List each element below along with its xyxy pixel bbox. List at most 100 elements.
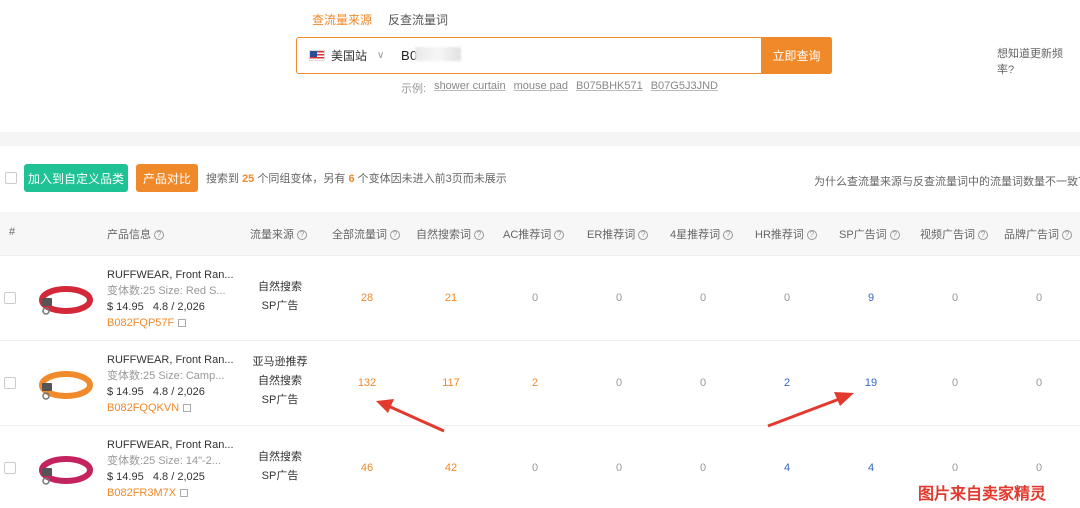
source-label: SP广告: [261, 300, 299, 312]
product-info: RUFFWEAR, Front Ran... 变体数:25 Size: 14"-…: [107, 437, 247, 501]
organic-keywords-count[interactable]: 21: [431, 292, 471, 304]
external-link-icon[interactable]: [183, 404, 192, 413]
table-row[interactable]: RUFFWEAR, Front Ran... 变体数:25 Size: Camp…: [0, 341, 1080, 426]
asin-text: B082FQQKVN: [107, 402, 180, 414]
product-asin[interactable]: B082FQP57F: [107, 315, 247, 331]
help-icon: ?: [554, 230, 565, 241]
source-label: 自然搜索: [258, 281, 302, 293]
product-thumbnail[interactable]: [36, 448, 94, 490]
col-ac-keywords[interactable]: AC推荐词?: [503, 226, 565, 242]
search-mode-tabs: 查流量来源 反查流量词: [312, 11, 448, 34]
row-checkbox[interactable]: [4, 292, 16, 304]
hr-keywords-count[interactable]: 2: [767, 377, 807, 389]
4star-keywords-count: 0: [699, 292, 707, 304]
traffic-sources: 亚马逊推荐 自然搜索 SP广告: [250, 353, 310, 410]
col-4star-keywords[interactable]: 4星推荐词?: [670, 226, 734, 242]
ac-keywords-count[interactable]: 2: [515, 377, 555, 389]
external-link-icon[interactable]: [180, 489, 189, 498]
source-label: 自然搜索: [258, 375, 302, 387]
summary-suffix: 个变体因未进入前3页而未展示: [357, 173, 507, 185]
select-all-checkbox[interactable]: [5, 172, 17, 184]
watermark: 图片来自卖家精灵: [918, 486, 1047, 503]
product-price: $ 14.95: [107, 301, 144, 313]
product-rating: 4.8 / 2,025: [152, 471, 205, 483]
why-inconsistent-link[interactable]: 为什么查流量来源与反查流量词中的流量词数量不一致？: [814, 173, 1080, 189]
product-price-rating: $ 14.95 4.8 / 2,026: [107, 299, 247, 315]
sp-keywords-count[interactable]: 4: [851, 462, 891, 474]
tab-reverse-keywords[interactable]: 反查流量词: [388, 11, 448, 34]
all-keywords-count[interactable]: 28: [347, 292, 387, 304]
variant-count: 25: [242, 173, 255, 185]
all-keywords-count[interactable]: 132: [347, 377, 387, 389]
col-source[interactable]: 流量来源?: [250, 226, 307, 242]
site-label: 美国站: [331, 49, 368, 63]
row-checkbox[interactable]: [4, 377, 16, 389]
row-checkbox[interactable]: [4, 462, 16, 474]
col-all-label: 全部流量词: [332, 229, 387, 241]
product-name[interactable]: RUFFWEAR, Front Ran...: [107, 437, 247, 453]
product-asin[interactable]: B082FR3M7X: [107, 485, 247, 501]
product-name[interactable]: RUFFWEAR, Front Ran...: [107, 352, 247, 368]
example-link[interactable]: mouse pad: [514, 80, 568, 96]
4star-keywords-count: 0: [699, 462, 707, 474]
example-link[interactable]: B075BHK571: [576, 80, 643, 96]
product-price-rating: $ 14.95 4.8 / 2,026: [107, 384, 247, 400]
product-thumbnail[interactable]: [36, 278, 94, 320]
search-header: 查流量来源 反查流量词 美国站 ∨ 立即查询 示例: shower curtai…: [0, 0, 1080, 132]
brand-keywords-count: 0: [1035, 462, 1043, 474]
results-summary: 搜索到 25 个同组变体，另有 6 个变体因未进入前3页而未展示: [206, 170, 507, 186]
col-er-keywords[interactable]: ER推荐词?: [587, 226, 649, 242]
traffic-sources: 自然搜索 SP广告: [250, 278, 310, 316]
help-icon: ?: [390, 230, 400, 241]
col-video-keywords[interactable]: 视频广告词?: [920, 226, 988, 242]
col-hr-keywords[interactable]: HR推荐词?: [755, 226, 817, 242]
add-to-category-button[interactable]: 加入到自定义品类: [24, 164, 128, 192]
brand-keywords-count: 0: [1035, 292, 1043, 304]
sp-keywords-count[interactable]: 9: [851, 292, 891, 304]
sp-keywords-count[interactable]: 19: [851, 377, 891, 389]
organic-keywords-count[interactable]: 117: [431, 377, 471, 389]
update-frequency-link[interactable]: 想知道更新频率?: [997, 45, 1080, 77]
site-selector[interactable]: 美国站 ∨: [297, 38, 393, 73]
table-row[interactable]: RUFFWEAR, Front Ran... 变体数:25 Size: Red …: [0, 256, 1080, 341]
tab-traffic-source[interactable]: 查流量来源: [312, 11, 372, 34]
col-ac-label: AC推荐词: [503, 229, 552, 241]
results-toolbar: 加入到自定义品类 产品对比 搜索到 25 个同组变体，另有 6 个变体因未进入前…: [0, 160, 1080, 196]
col-all-keywords[interactable]: 全部流量词?: [332, 226, 400, 242]
col-4star-label: 4星推荐词: [670, 229, 721, 241]
col-brand-keywords[interactable]: 品牌广告词?: [1004, 226, 1072, 242]
help-icon: ?: [723, 230, 734, 241]
example-link[interactable]: shower curtain: [434, 80, 506, 96]
col-sp-keywords[interactable]: SP广告词?: [839, 226, 900, 242]
table-header: # 产品信息? 流量来源? 全部流量词? 自然搜索词? AC推荐词? ER推荐词…: [0, 212, 1080, 256]
example-link[interactable]: B07G5J3JND: [651, 80, 718, 96]
us-flag-icon: [309, 50, 325, 61]
product-rating: 4.8 / 2,026: [152, 301, 205, 313]
all-keywords-count[interactable]: 46: [347, 462, 387, 474]
er-keywords-count: 0: [615, 462, 623, 474]
compare-products-button[interactable]: 产品对比: [136, 164, 198, 192]
product-meta: 变体数:25 Size: 14"-2...: [107, 455, 221, 467]
organic-keywords-count[interactable]: 42: [431, 462, 471, 474]
product-info: RUFFWEAR, Front Ran... 变体数:25 Size: Camp…: [107, 352, 247, 416]
product-name[interactable]: RUFFWEAR, Front Ran...: [107, 267, 247, 283]
col-brand-label: 品牌广告词: [1004, 229, 1059, 241]
product-asin[interactable]: B082FQQKVN: [107, 400, 247, 416]
4star-keywords-count: 0: [699, 377, 707, 389]
source-label: 亚马逊推荐: [252, 356, 308, 368]
asin-text: B082FQP57F: [107, 317, 175, 329]
er-keywords-count: 0: [615, 377, 623, 389]
col-organic-keywords[interactable]: 自然搜索词?: [416, 226, 484, 242]
product-price-rating: $ 14.95 4.8 / 2,025: [107, 469, 247, 485]
help-icon: ?: [806, 230, 817, 241]
external-link-icon[interactable]: [178, 319, 187, 328]
source-label: SP广告: [261, 394, 299, 406]
search-button[interactable]: 立即查询: [761, 37, 832, 74]
product-thumbnail[interactable]: [36, 363, 94, 405]
ac-keywords-count: 0: [531, 292, 539, 304]
summary-prefix: 搜索到: [206, 173, 239, 185]
hr-keywords-count: 0: [783, 292, 791, 304]
col-product[interactable]: 产品信息?: [107, 226, 164, 242]
hr-keywords-count[interactable]: 4: [767, 462, 807, 474]
col-organic-label: 自然搜索词: [416, 229, 471, 241]
